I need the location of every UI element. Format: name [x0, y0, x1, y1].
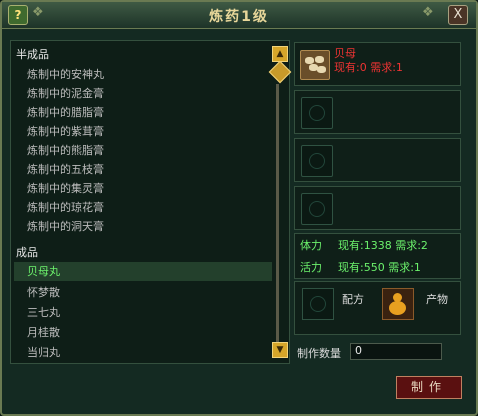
list-item[interactable]: 炼制中的集灵膏 — [27, 179, 289, 198]
corner-ornament-right-icon: ❖ — [422, 5, 434, 20]
herb-bag-icon[interactable] — [300, 50, 330, 80]
list-item-selected[interactable]: 贝母丸 — [27, 262, 289, 281]
scroll-down-arrow-icon[interactable]: ▼ — [272, 342, 288, 358]
vitality-label: 活力 — [300, 261, 322, 274]
gourd-icon[interactable] — [382, 288, 414, 320]
stamina-label: 体力 — [300, 239, 322, 252]
list-item[interactable]: 炼制中的安神丸 — [27, 65, 289, 84]
material-requirement: 现有:0 需求:1 — [334, 61, 403, 74]
list-scrollbar[interactable]: ▲ ▼ — [268, 46, 292, 358]
category-semi-finished[interactable]: 半成品 — [16, 45, 278, 64]
quantity-label: 制作数量 — [297, 347, 341, 360]
empty-slot-icon[interactable] — [301, 97, 333, 129]
list-item[interactable]: 炼制中的泥金膏 — [27, 84, 289, 103]
list-item[interactable]: 炼制中的洞天膏 — [27, 217, 289, 236]
window-title: 炼药1级 — [209, 9, 269, 25]
empty-slot-icon[interactable] — [301, 193, 333, 225]
material-slot-4[interactable] — [294, 186, 461, 230]
material-slot-3[interactable] — [294, 138, 461, 182]
list-item[interactable]: 三七丸 — [27, 303, 289, 322]
list-item[interactable]: 炼制中的五枝膏 — [27, 160, 289, 179]
stamina-value: 现有:1338 需求:2 — [338, 239, 428, 252]
close-button[interactable]: X — [448, 5, 468, 25]
empty-slot-icon[interactable] — [301, 145, 333, 177]
category-finished[interactable]: 成品 — [16, 243, 278, 262]
recipe-list: 半成品 炼制中的安神丸 炼制中的泥金膏 炼制中的腊脂膏 炼制中的紫茸膏 炼制中的… — [10, 40, 290, 364]
quantity-input[interactable]: 0 — [350, 343, 442, 360]
list-item[interactable]: 月桂散 — [27, 323, 289, 342]
list-item[interactable]: 炼制中的熊脂膏 — [27, 141, 289, 160]
vitality-value: 现有:550 需求:1 — [338, 261, 421, 274]
scroll-up-arrow-icon[interactable]: ▲ — [272, 46, 288, 62]
material-slot-2[interactable] — [294, 90, 461, 134]
list-item[interactable]: 怀梦散 — [27, 283, 289, 302]
recipe-label: 配方 — [342, 293, 364, 306]
make-button[interactable]: 制作 — [396, 376, 462, 399]
list-item[interactable]: 炼制中的琼花膏 — [27, 198, 289, 217]
scroll-track[interactable] — [276, 84, 279, 346]
list-item[interactable]: 当归丸 — [27, 343, 289, 362]
title-bar[interactable]: ? ❖ 炼药1级 ❖ X — [2, 2, 476, 29]
list-item[interactable]: 炼制中的紫茸膏 — [27, 122, 289, 141]
recipe-slot-icon[interactable] — [302, 288, 334, 320]
product-label: 产物 — [426, 293, 448, 306]
list-item[interactable]: 炼制中的腊脂膏 — [27, 103, 289, 122]
